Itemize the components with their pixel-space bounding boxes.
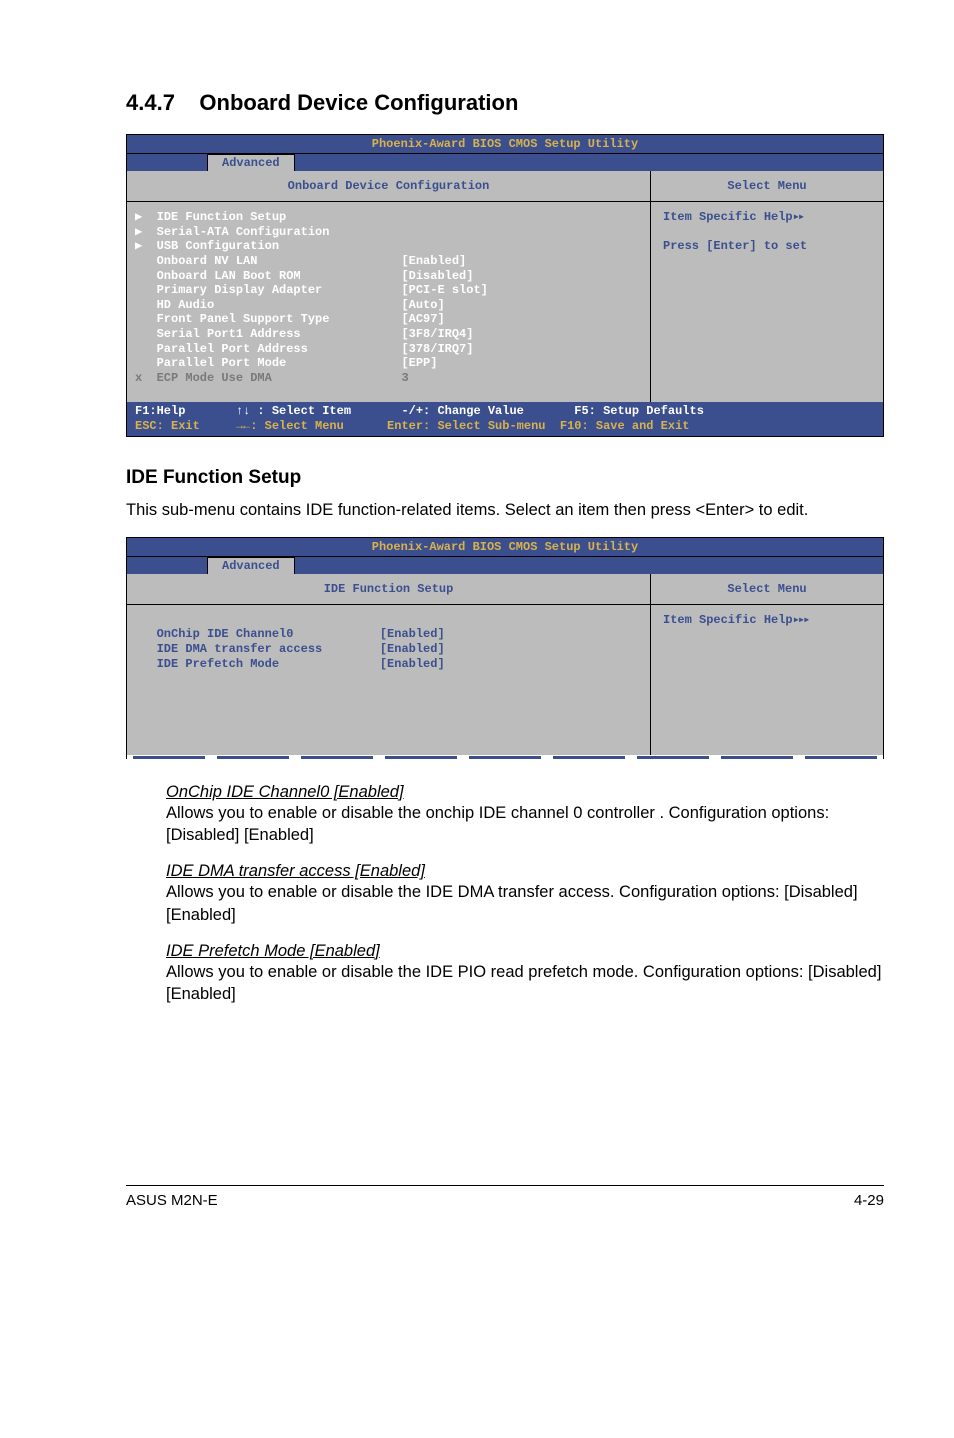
bios-footer-hints: F1:Help ↑↓ : Select Item -/+: Change Val… — [127, 402, 883, 436]
foot-line2: ESC: Exit →←: Select Menu Enter: Select … — [135, 419, 690, 433]
bios-settings-active[interactable]: ▶ IDE Function Setup ▶ Serial-ATA Config… — [135, 210, 488, 370]
footer-left: ASUS M2N-E — [126, 1192, 218, 1209]
setting-title: IDE Prefetch Mode [Enabled] — [166, 942, 884, 961]
chevron-right-icon — [793, 613, 809, 627]
bios-help-pane: Item Specific Help — [651, 605, 883, 755]
help-text: Press [Enter] to set — [663, 239, 807, 253]
bios-title-bar: Phoenix-Award BIOS CMOS Setup Utility — [127, 538, 883, 557]
foot-line1: F1:Help ↑↓ : Select Item -/+: Change Val… — [135, 404, 704, 418]
tab-advanced[interactable]: Advanced — [207, 557, 295, 574]
setting-desc: Allows you to enable or disable the IDE … — [166, 961, 884, 1006]
bios-panel-ide: Phoenix-Award BIOS CMOS Setup Utility Ad… — [126, 537, 884, 759]
section-number: 4.4.7 — [126, 90, 175, 115]
torn-edge-decoration — [127, 755, 883, 759]
bios-settings-list[interactable]: ▶ IDE Function Setup ▶ Serial-ATA Config… — [127, 202, 651, 402]
footer-right: 4-29 — [854, 1192, 884, 1209]
setting-desc: Allows you to enable or disable the IDE … — [166, 881, 884, 926]
panel-title-left: IDE Function Setup — [127, 574, 651, 604]
bios-title-bar: Phoenix-Award BIOS CMOS Setup Utility — [127, 135, 883, 154]
bios-tab-bar: Advanced — [127, 557, 883, 574]
bios-tab-bar: Advanced — [127, 154, 883, 171]
tab-advanced[interactable]: Advanced — [207, 154, 295, 171]
page-footer: ASUS M2N-E 4-29 — [126, 1185, 884, 1209]
bios-settings-disabled: x ECP Mode Use DMA 3 — [135, 371, 409, 385]
subsection-paragraph: This sub-menu contains IDE function-rela… — [126, 499, 884, 521]
help-heading: Item Specific Help — [663, 613, 793, 627]
bios-settings-list[interactable]: OnChip IDE Channel0 [Enabled] IDE DMA tr… — [127, 605, 651, 755]
subsection-heading: IDE Function Setup — [126, 467, 884, 489]
setting-title: OnChip IDE Channel0 [Enabled] — [166, 783, 884, 802]
section-heading: 4.4.7 Onboard Device Configuration — [126, 90, 884, 116]
panel-title-right: Select Menu — [651, 171, 883, 201]
help-heading: Item Specific Help — [663, 210, 793, 224]
panel-title-left: Onboard Device Configuration — [127, 171, 651, 201]
bios-help-pane: Item Specific Help Press [Enter] to set — [651, 202, 883, 402]
setting-desc: Allows you to enable or disable the onch… — [166, 802, 884, 847]
bios-settings-text[interactable]: OnChip IDE Channel0 [Enabled] IDE DMA tr… — [135, 627, 445, 670]
section-title: Onboard Device Configuration — [199, 90, 518, 115]
panel-title-right: Select Menu — [651, 574, 883, 604]
bios-panel-main: Phoenix-Award BIOS CMOS Setup Utility Ad… — [126, 134, 884, 437]
chevron-right-icon — [793, 210, 803, 224]
setting-title: IDE DMA transfer access [Enabled] — [166, 862, 884, 881]
